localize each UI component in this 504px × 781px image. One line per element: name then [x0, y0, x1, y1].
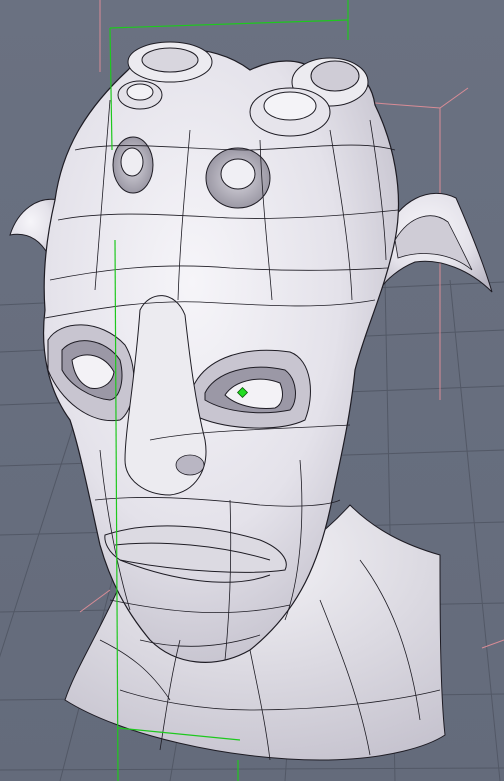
- 3d-viewport[interactable]: [0, 0, 504, 781]
- nostril-right: [175, 454, 205, 476]
- viewport-canvas[interactable]: [0, 0, 504, 781]
